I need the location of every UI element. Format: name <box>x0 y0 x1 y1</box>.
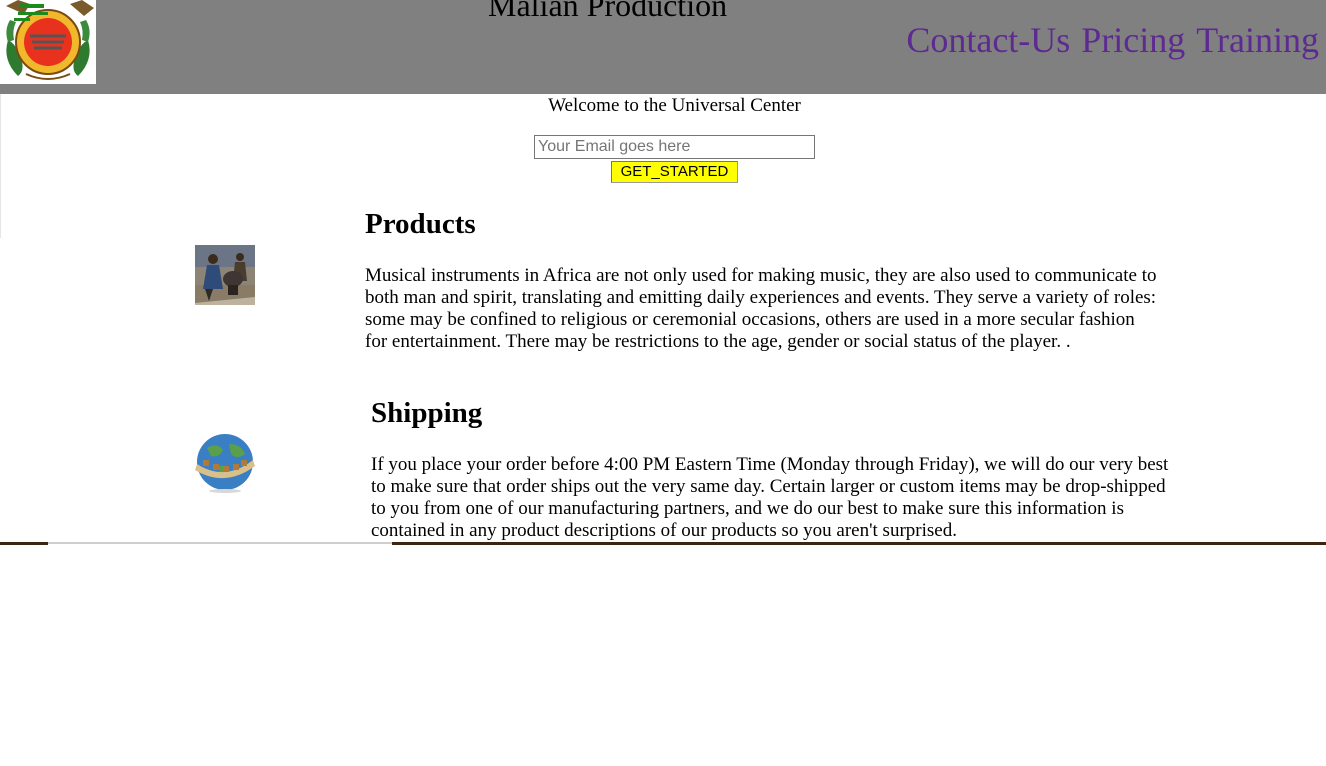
globe-shipping-icon <box>195 434 255 493</box>
city-logo[interactable] <box>0 0 96 84</box>
nav-training[interactable]: Training <box>1196 20 1319 60</box>
footer-divider-right <box>392 542 1326 545</box>
shipping-description: If you place your order before 4:00 PM E… <box>371 454 1169 541</box>
nav-contact-us[interactable]: Contact-Us <box>906 20 1070 60</box>
main-nav: Contact-Us Pricing Training <box>899 20 1319 60</box>
email-input[interactable] <box>534 135 815 159</box>
site-title: Malian Production <box>488 0 728 23</box>
products-heading: Products <box>365 208 476 240</box>
get-started-button[interactable]: GET_STARTED <box>611 161 738 183</box>
shipping-image <box>193 430 257 494</box>
welcome-text: Welcome to the Universal Center <box>548 95 801 116</box>
products-description: Musical instruments in Africa are not on… <box>365 265 1157 352</box>
musicians-painting-icon <box>195 245 255 305</box>
site-header: Malian Production Contact-Us Pricing Tra… <box>0 0 1326 94</box>
products-image <box>195 245 255 305</box>
coat-of-arms-icon <box>6 0 94 80</box>
shipping-heading: Shipping <box>371 397 483 429</box>
footer-divider <box>0 542 48 545</box>
nav-pricing[interactable]: Pricing <box>1081 20 1185 60</box>
footer-divider-light <box>48 542 392 544</box>
